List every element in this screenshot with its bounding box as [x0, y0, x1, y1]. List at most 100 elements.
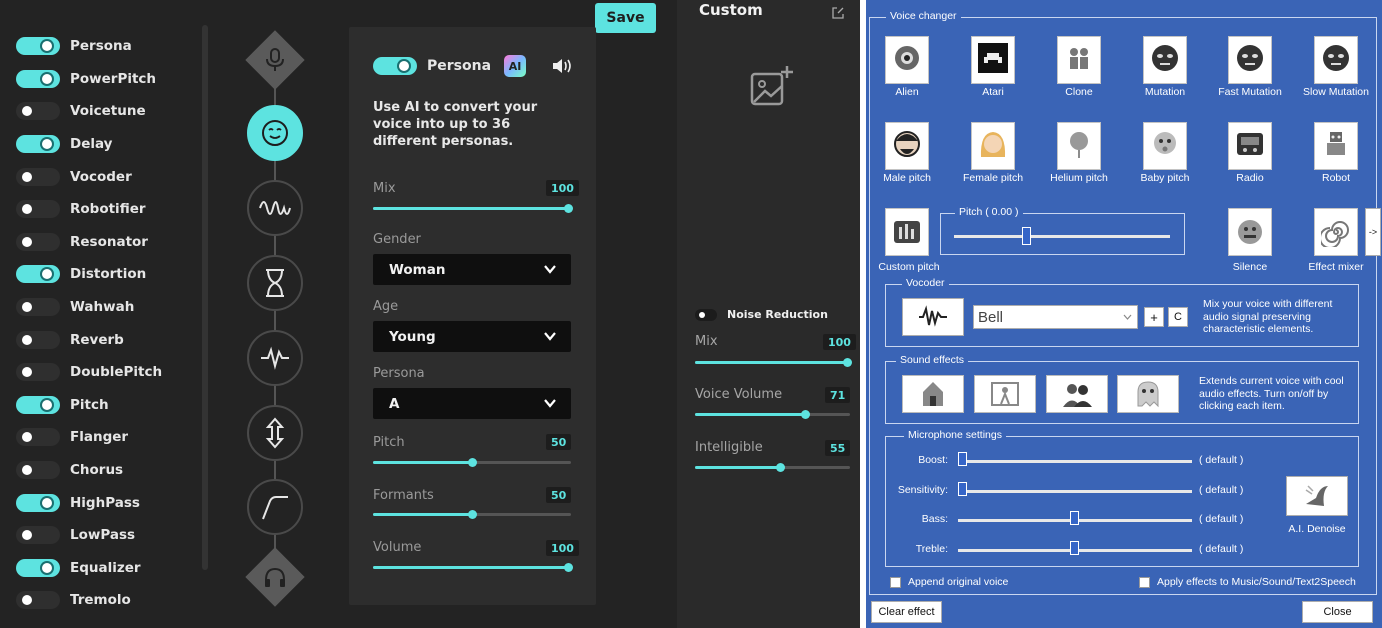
effect-toggle[interactable]: [16, 461, 60, 480]
hall-effect-button[interactable]: [974, 375, 1036, 413]
silence-button[interactable]: [1228, 208, 1272, 256]
mix-value: 100: [546, 180, 579, 196]
effect-toggle[interactable]: [16, 493, 60, 512]
pitch-slider-thumb[interactable]: [1022, 227, 1031, 245]
effect-toggle[interactable]: [16, 428, 60, 447]
curve-icon[interactable]: [247, 479, 303, 535]
pitch-track[interactable]: [954, 235, 1170, 238]
effect-toggle[interactable]: [16, 558, 60, 577]
vocoder-select[interactable]: Bell: [973, 305, 1138, 329]
hourglass-icon[interactable]: [247, 255, 303, 311]
mic-setting-value: ( default ): [1199, 483, 1244, 496]
voice-preset-button[interactable]: [1314, 36, 1358, 84]
mic-setting-thumb[interactable]: [1070, 540, 1079, 555]
custom-pitch-button[interactable]: [885, 208, 929, 256]
mic-setting-thumb[interactable]: [958, 452, 967, 466]
effect-toggle[interactable]: [16, 69, 60, 88]
gender-dropdown[interactable]: Woman: [373, 254, 571, 285]
voice-preset-button[interactable]: [1314, 122, 1358, 170]
voice-preset-button[interactable]: [971, 36, 1015, 84]
voice-preset-button[interactable]: [1143, 122, 1187, 170]
formants-value: 50: [546, 487, 572, 503]
append-original-checkbox[interactable]: [890, 577, 901, 588]
save-button[interactable]: Save: [595, 3, 656, 33]
mic-setting-thumb[interactable]: [958, 481, 967, 496]
headphones-icon[interactable]: [256, 558, 294, 596]
clear-effect-button[interactable]: Clear effect: [871, 601, 942, 623]
edit-icon[interactable]: [832, 4, 844, 23]
custom-pitch-label: Custom pitch: [878, 261, 940, 273]
persona-description: Use AI to convert your voice into up to …: [373, 100, 538, 149]
effect-row: Pitch: [16, 389, 196, 422]
formants-slider[interactable]: [373, 510, 571, 519]
effect-toggle[interactable]: [16, 232, 60, 251]
custom-mix-label: Mix: [695, 334, 718, 349]
voice-preset-button[interactable]: [1228, 122, 1272, 170]
mic-setting-thumb[interactable]: [1070, 511, 1079, 525]
pulse-icon[interactable]: [247, 330, 303, 386]
intelligible-slider[interactable]: [695, 463, 850, 472]
effect-label: Persona: [70, 38, 132, 55]
persona-dropdown[interactable]: A: [373, 388, 571, 419]
noise-reduction-toggle[interactable]: [695, 308, 717, 321]
apply-effects-checkbox[interactable]: [1139, 577, 1150, 588]
close-button[interactable]: Close: [1302, 601, 1373, 623]
effect-toggle[interactable]: [16, 330, 60, 349]
crowd-effect-button[interactable]: [1046, 375, 1108, 413]
face-icon[interactable]: [247, 105, 303, 161]
voice-volume-slider[interactable]: [695, 410, 850, 419]
updown-arrow-icon[interactable]: [247, 405, 303, 461]
noise-reduction-label: Noise Reduction: [727, 308, 828, 321]
effect-toggle[interactable]: [16, 102, 60, 121]
gender-value: Woman: [389, 261, 446, 278]
effect-row: Resonator: [16, 226, 196, 259]
speaker-icon[interactable]: [551, 56, 573, 80]
mic-setting-track[interactable]: [958, 489, 1192, 493]
effect-mixer-button[interactable]: [1314, 208, 1358, 256]
voice-preset-button[interactable]: [1057, 36, 1101, 84]
wave-icon[interactable]: [247, 180, 303, 236]
vocoder-add-button[interactable]: +: [1144, 307, 1164, 327]
persona-panel-toggle[interactable]: [373, 57, 417, 75]
mic-setting-track[interactable]: [958, 460, 1192, 463]
effect-row: Distortion: [16, 258, 196, 291]
vocoder-wave-button[interactable]: [902, 298, 964, 336]
custom-mix-slider[interactable]: [695, 358, 852, 367]
church-effect-button[interactable]: [902, 375, 964, 413]
pitch-slider[interactable]: [373, 458, 571, 467]
effect-toggle[interactable]: [16, 135, 60, 154]
voice-preset-label: Mutation: [1144, 86, 1186, 98]
voice-preset-button[interactable]: [1057, 122, 1101, 170]
effect-toggle[interactable]: [16, 526, 60, 545]
ai-denoise-button[interactable]: [1286, 476, 1348, 516]
effect-toggle[interactable]: [16, 363, 60, 382]
effect-toggle[interactable]: [16, 298, 60, 317]
clone-icon: [1064, 43, 1094, 77]
effect-toggle[interactable]: [16, 395, 60, 414]
voice-preset-button[interactable]: [1143, 36, 1187, 84]
church-icon: [923, 382, 943, 406]
expand-arrow-button[interactable]: ->: [1365, 208, 1381, 256]
volume-slider[interactable]: [373, 563, 573, 572]
mix-slider[interactable]: [373, 204, 573, 213]
effect-toggle[interactable]: [16, 265, 60, 284]
ghost-effect-button[interactable]: [1117, 375, 1179, 413]
effect-toggle[interactable]: [16, 37, 60, 56]
add-image-icon[interactable]: [749, 64, 795, 114]
effect-toggle[interactable]: [16, 167, 60, 186]
male-icon: [892, 129, 922, 163]
age-dropdown[interactable]: Young: [373, 321, 571, 352]
vocoder-clear-button[interactable]: C: [1168, 307, 1188, 327]
voice-preset-button[interactable]: [971, 122, 1015, 170]
effect-toggle[interactable]: [16, 591, 60, 610]
effect-list-scrollbar[interactable]: [202, 25, 208, 570]
voice-preset-button[interactable]: [1228, 36, 1272, 84]
age-value: Young: [389, 328, 436, 345]
intelligible-label: Intelligible: [695, 440, 763, 455]
effect-toggle[interactable]: [16, 200, 60, 219]
mic-icon[interactable]: [256, 41, 294, 79]
pitch-label: Pitch: [373, 435, 405, 450]
voice-preset-button[interactable]: [885, 36, 929, 84]
voice-preset-button[interactable]: [885, 122, 929, 170]
mutation-icon: [1150, 43, 1180, 77]
